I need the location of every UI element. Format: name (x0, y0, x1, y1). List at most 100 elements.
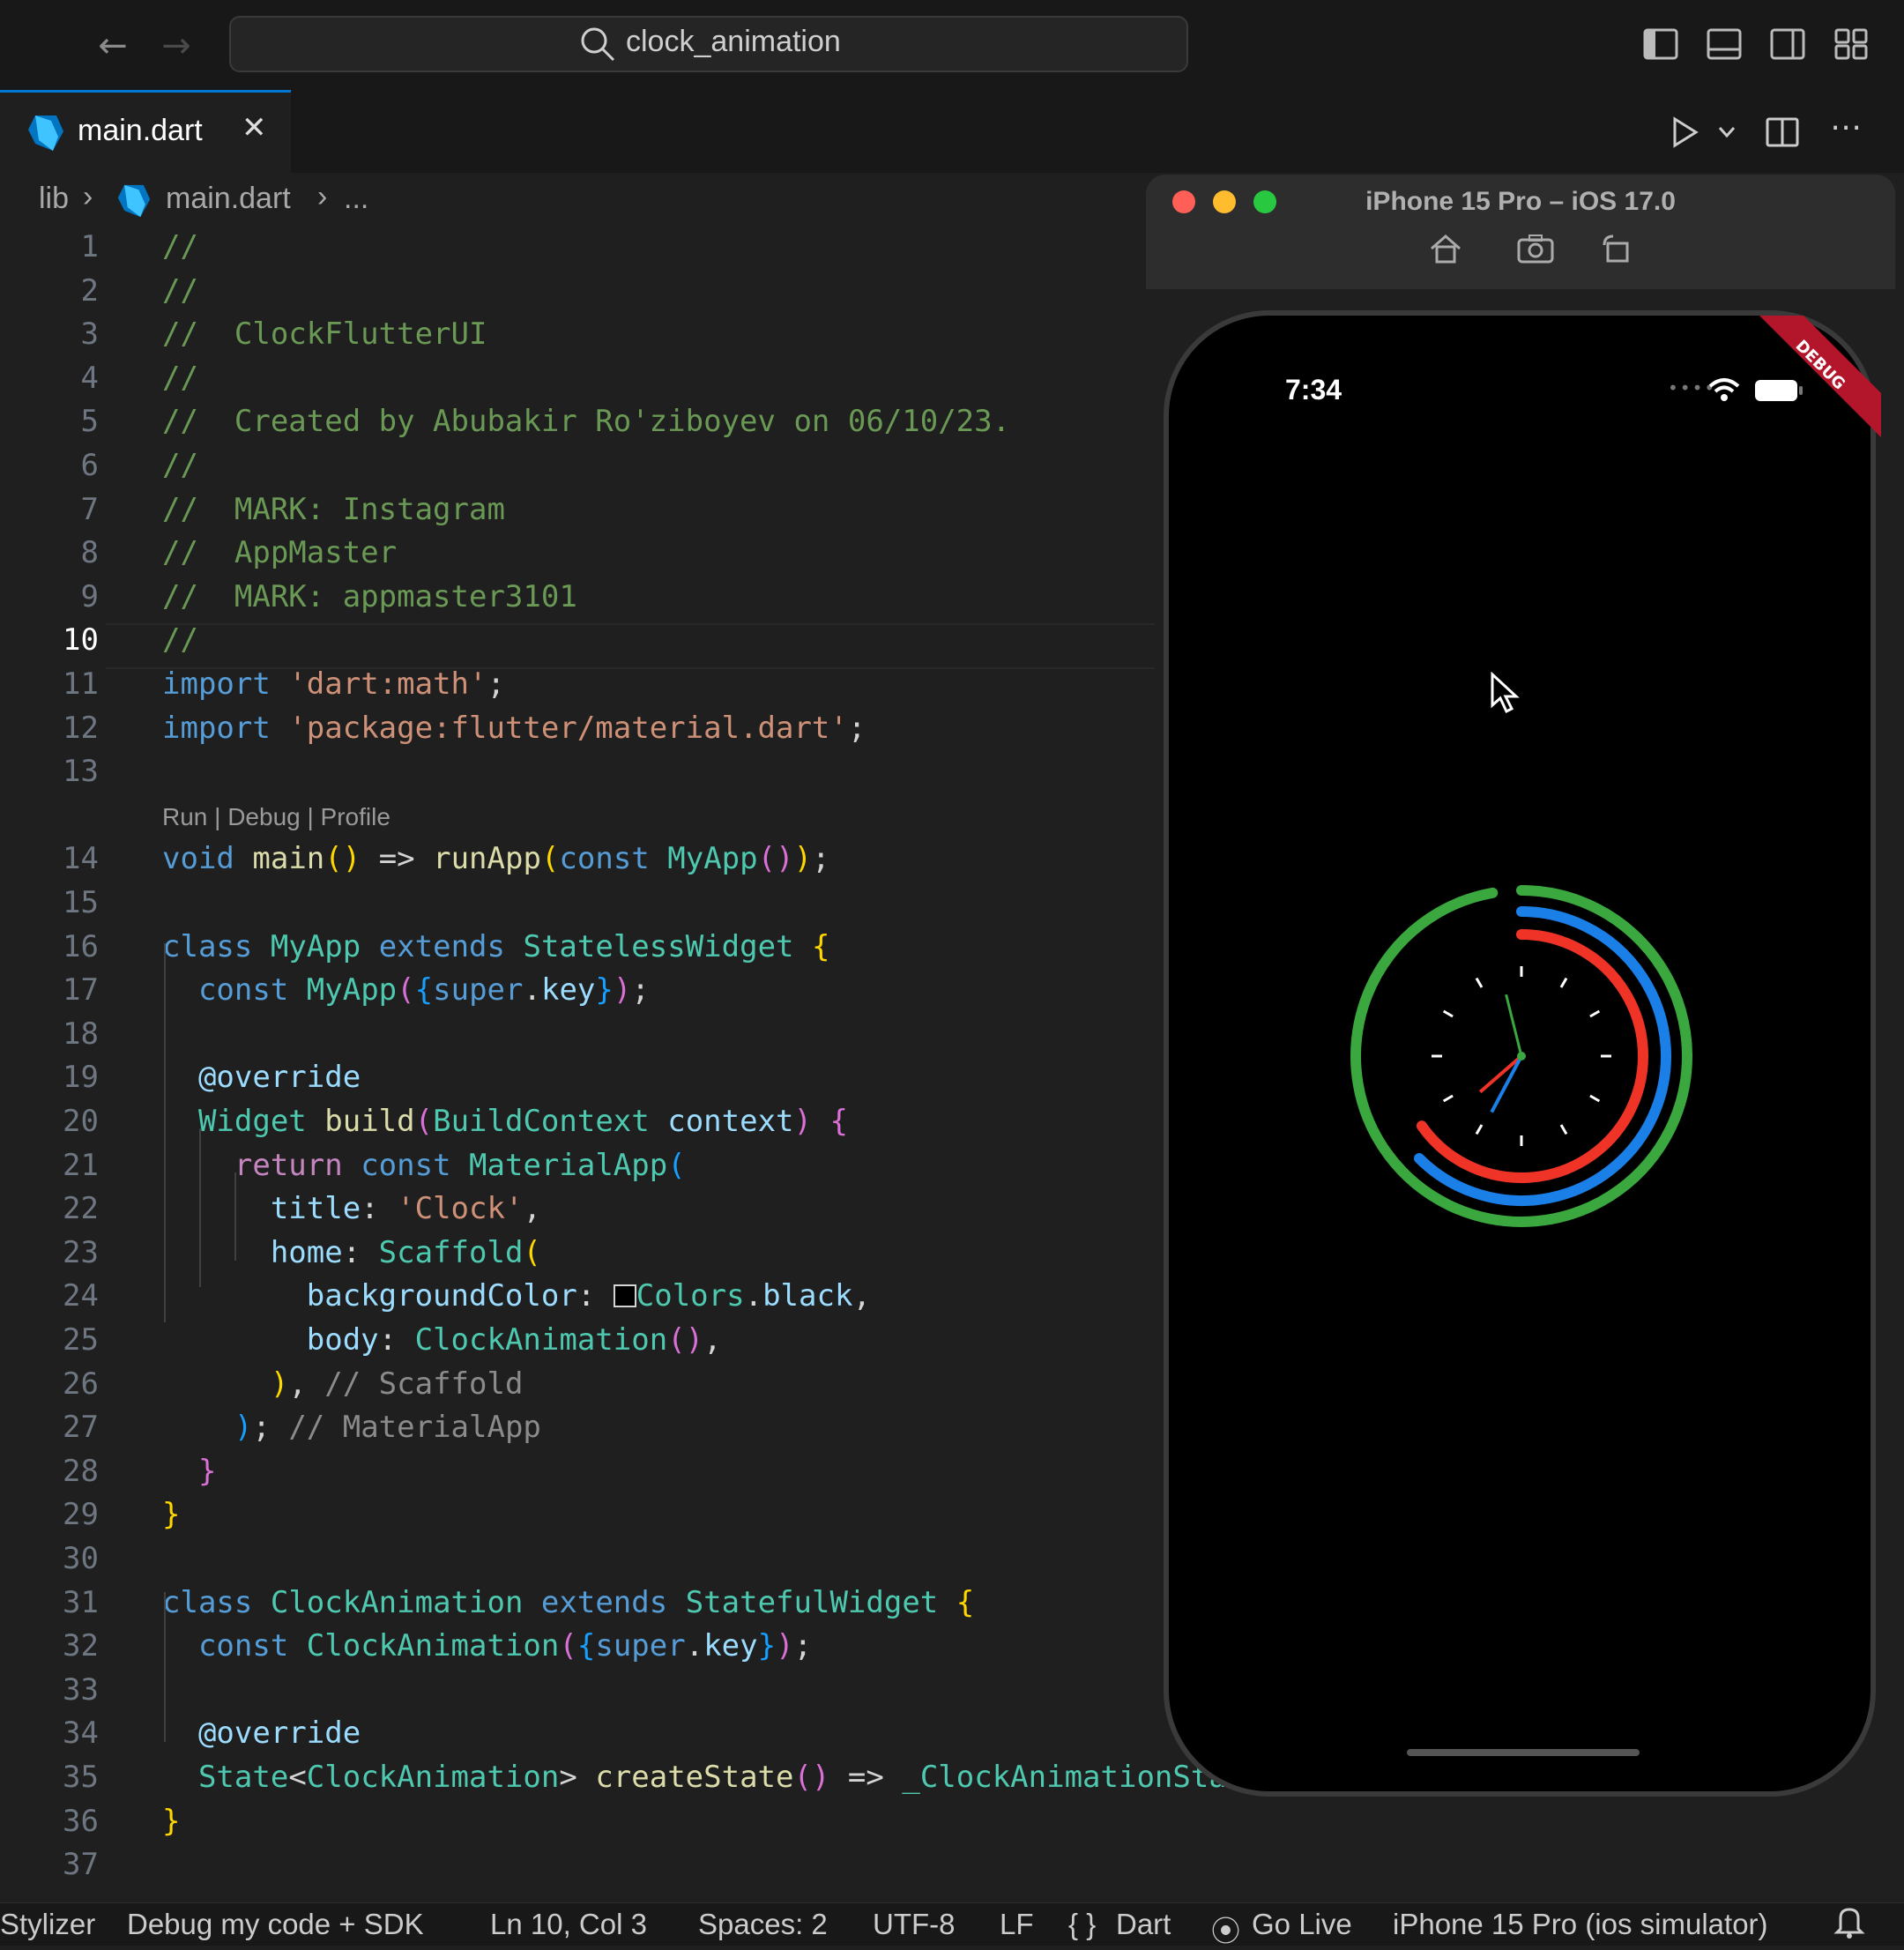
current-line-highlight (106, 623, 1155, 669)
indent-guide (164, 943, 166, 1322)
status-device[interactable]: iPhone 15 Pro (ios simulator) (1393, 1908, 1768, 1941)
code-line[interactable]: import 'package:flutter/material.dart'; (162, 711, 866, 746)
home-icon[interactable] (1428, 233, 1463, 264)
code-line[interactable]: class ClockAnimation extends StatefulWid… (162, 1585, 974, 1620)
line-number: 14 (63, 841, 99, 877)
status-encoding[interactable]: UTF-8 (873, 1908, 956, 1941)
clock-tick (1442, 1094, 1454, 1103)
hour-hand (1478, 1054, 1523, 1094)
status-cursor-position[interactable]: Ln 10, Col 3 (490, 1908, 647, 1941)
line-number: 5 (80, 404, 99, 440)
code-line[interactable]: import 'dart:math'; (162, 666, 505, 702)
code-line[interactable]: // MARK: appmaster3101 (162, 579, 577, 614)
code-line[interactable]: // AppMaster (162, 535, 397, 570)
chevron-right-icon: › (317, 180, 328, 213)
breadcrumb-more[interactable]: ... (344, 182, 368, 216)
clock-tick (1559, 1124, 1568, 1135)
code-line[interactable]: // (162, 448, 198, 483)
run-icon[interactable] (1671, 116, 1699, 148)
toggle-panel-icon[interactable] (1707, 28, 1742, 60)
code-line[interactable]: // (162, 622, 198, 658)
code-line[interactable]: backgroundColor: Colors.black, (162, 1278, 871, 1314)
code-line[interactable]: void main() => runApp(const MyApp()); (162, 841, 830, 876)
screenshot-icon[interactable] (1516, 233, 1555, 264)
line-number: 21 (63, 1147, 99, 1183)
tab-label: main.dart (78, 114, 203, 147)
toggle-secondary-sidebar-icon[interactable] (1770, 28, 1805, 60)
more-actions-icon[interactable]: ⋯ (1830, 109, 1862, 145)
toggle-primary-sidebar-icon[interactable] (1643, 28, 1678, 60)
iphone-screen[interactable]: 7:34 •••• DEBUG (1164, 310, 1881, 1797)
line-number: 19 (63, 1060, 99, 1096)
code-line[interactable]: @override (162, 1716, 361, 1751)
line-number: 30 (63, 1541, 99, 1576)
line-number: 20 (63, 1104, 99, 1139)
line-number: 33 (63, 1671, 99, 1708)
line-number: 3 (80, 316, 99, 353)
tab-main-dart[interactable]: main.dart ✕ (0, 90, 291, 173)
home-indicator[interactable] (1407, 1749, 1640, 1756)
status-indentation[interactable]: Spaces: 2 (698, 1908, 828, 1941)
line-number: 8 (80, 535, 99, 571)
close-icon[interactable]: ✕ (242, 110, 267, 145)
code-line[interactable]: // (162, 361, 198, 396)
braces-icon: { } (1068, 1908, 1097, 1940)
code-line[interactable]: } (162, 1497, 180, 1532)
line-number: 1 (80, 229, 99, 264)
breadcrumb-lib[interactable]: lib (39, 182, 69, 216)
line-number: 9 (80, 578, 99, 614)
code-line[interactable]: class MyApp extends StatelessWidget { (162, 929, 829, 964)
code-line[interactable]: return const MaterialApp( (162, 1148, 686, 1183)
indent-guide (199, 1128, 201, 1287)
clock-tick (1589, 1094, 1601, 1103)
mouse-cursor-icon (1491, 672, 1520, 714)
code-line[interactable]: @override (162, 1060, 361, 1095)
code-line[interactable]: const ClockAnimation({super.key}); (162, 1628, 812, 1663)
code-line[interactable]: // MARK: Instagram (162, 492, 505, 527)
code-line[interactable]: ), // Scaffold (162, 1366, 524, 1402)
code-line[interactable]: // Created by Abubakir Ro'ziboyev on 06/… (162, 404, 1010, 439)
line-number: 27 (63, 1410, 99, 1446)
status-stylizer[interactable]: Stylizer (0, 1908, 95, 1941)
code-line[interactable]: Widget build(BuildContext context) { (162, 1104, 848, 1139)
clock-tick (1442, 1009, 1454, 1018)
back-arrow-icon[interactable]: ← (92, 25, 134, 67)
code-line[interactable]: // (162, 229, 198, 264)
clock-tick (1475, 1124, 1484, 1135)
code-line[interactable]: title: 'Clock', (162, 1191, 541, 1226)
code-line[interactable]: ); // MaterialApp (162, 1410, 541, 1445)
rotate-icon[interactable] (1601, 233, 1633, 264)
chevron-down-icon[interactable] (1717, 123, 1737, 141)
status-go-live[interactable]: Go Live (1252, 1908, 1352, 1941)
simulator-window: iPhone 15 Pro – iOS 17.0 (1146, 175, 1895, 289)
line-number: 13 (63, 754, 99, 790)
line-number: 36 (63, 1803, 99, 1839)
line-number: 4 (80, 360, 99, 396)
forward-arrow-icon[interactable]: → (155, 25, 197, 67)
line-number: 16 (63, 928, 99, 964)
code-line[interactable]: const MyApp({super.key}); (162, 972, 650, 1008)
bell-icon[interactable] (1833, 1904, 1865, 1939)
breadcrumb: lib › main.dart › ... (0, 173, 1146, 226)
code-line[interactable]: // ClockFlutterUI (162, 316, 487, 352)
command-center-search[interactable]: clock_animation (229, 16, 1188, 72)
split-editor-icon[interactable] (1765, 115, 1800, 150)
line-number: 10 (63, 622, 99, 659)
status-eol[interactable]: LF (1000, 1908, 1034, 1941)
line-number: 32 (63, 1628, 99, 1664)
code-line[interactable]: home: Scaffold( (162, 1235, 541, 1270)
code-line[interactable]: body: ClockAnimation(), (162, 1322, 722, 1358)
line-number: 6 (80, 448, 99, 483)
code-line[interactable]: } (162, 1804, 180, 1839)
status-language[interactable]: Dart (1116, 1908, 1171, 1941)
minute-hand (1490, 1055, 1523, 1113)
breadcrumb-file[interactable]: main.dart (166, 182, 291, 216)
customize-layout-icon[interactable] (1833, 28, 1869, 60)
code-line[interactable]: } (162, 1454, 216, 1489)
code-line[interactable]: State<ClockAnimation> createState() => _… (162, 1760, 1245, 1795)
code-line[interactable]: // (162, 273, 198, 309)
status-debug-config[interactable]: Debug my code + SDK (127, 1908, 424, 1941)
search-text: clock_animation (626, 25, 841, 58)
line-number: 12 (63, 710, 99, 746)
code-lens[interactable]: Run | Debug | Profile (162, 803, 390, 831)
